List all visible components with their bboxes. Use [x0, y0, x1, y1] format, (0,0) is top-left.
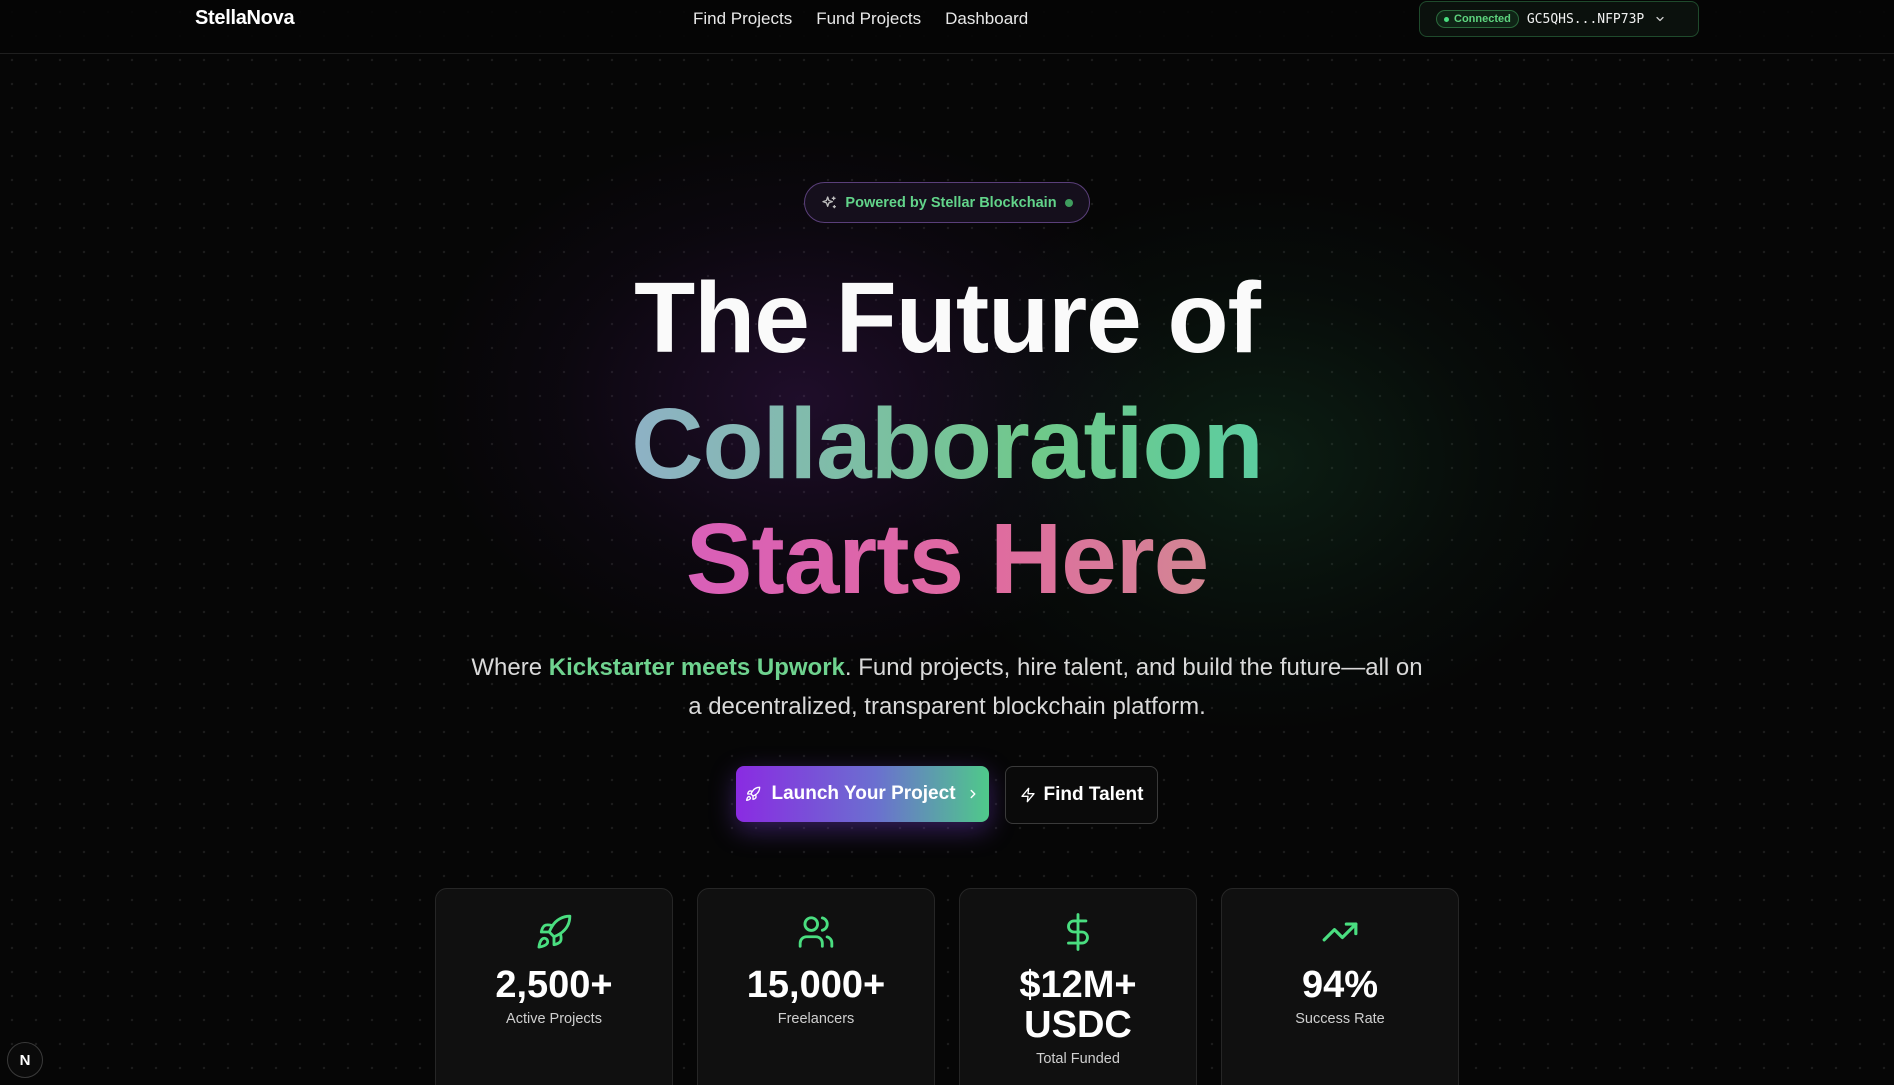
- rocket-icon: [537, 914, 572, 949]
- powered-by-text: Powered by Stellar Blockchain: [845, 194, 1057, 211]
- nav-links: Find Projects Fund Projects Dashboard: [693, 9, 1028, 29]
- top-navbar: StellaNova Find Projects Fund Projects D…: [0, 0, 1894, 54]
- stat-card-success-rate: 94% Success Rate: [1221, 888, 1459, 1085]
- stat-card-total-funded: $12M+ USDC Total Funded: [959, 888, 1197, 1085]
- hero-subtitle: Where Kickstarter meets Upwork. Fund pro…: [470, 648, 1424, 726]
- users-icon: [798, 916, 834, 948]
- stat-value: 94%: [1301, 964, 1379, 1006]
- headline-line-3: Starts Here: [0, 509, 1894, 609]
- wallet-address: GC5QHS...NFP73P: [1526, 11, 1645, 27]
- stat-value: $12M+ USDC: [1019, 964, 1137, 1046]
- stat-card-active-projects: 2,500+ Active Projects: [435, 888, 673, 1085]
- powered-by-badge: Powered by Stellar Blockchain: [804, 182, 1090, 223]
- wallet-button[interactable]: Connected GC5QHS...NFP73P: [1419, 1, 1699, 37]
- connected-badge: Connected: [1436, 10, 1519, 28]
- launch-project-label: Launch Your Project: [771, 783, 956, 804]
- rocket-icon: [746, 786, 761, 801]
- stat-value: 15,000+: [746, 964, 886, 1006]
- framework-badge-icon[interactable]: N: [7, 1042, 43, 1078]
- trending-up-icon: [1322, 922, 1358, 942]
- nav-dashboard[interactable]: Dashboard: [945, 9, 1028, 29]
- find-talent-label: Find Talent: [1043, 784, 1144, 805]
- headline-word-starts: Starts: [685, 503, 964, 615]
- chevron-right-icon: [970, 789, 976, 799]
- stat-value: 2,500+: [495, 964, 613, 1006]
- status-dot-icon: [1444, 16, 1449, 22]
- stat-label: Active Projects: [506, 1011, 602, 1027]
- subtitle-prefix: Where: [471, 654, 549, 681]
- stat-label: Freelancers: [777, 1011, 855, 1027]
- stat-card-freelancers: 15,000+ Freelancers: [697, 888, 935, 1085]
- stat-label: Success Rate: [1295, 1011, 1385, 1027]
- stat-label: Total Funded: [1036, 1051, 1120, 1067]
- headline-line-2: Collaboration: [0, 394, 1894, 494]
- zap-icon: [1020, 787, 1035, 803]
- chevron-down-icon: [1656, 16, 1664, 22]
- launch-project-button[interactable]: Launch Your Project: [736, 766, 989, 822]
- brand-logo[interactable]: StellaNova: [195, 7, 295, 30]
- connected-label: Connected: [1454, 13, 1511, 25]
- dollar-icon: [1067, 913, 1089, 951]
- headline-word-here: Here: [989, 503, 1209, 615]
- headline-line-1: The Future of: [634, 262, 1261, 374]
- sparkles-icon: [822, 195, 837, 208]
- subtitle-highlight: Kickstarter meets Upwork: [548, 654, 845, 681]
- nav-fund-projects[interactable]: Fund Projects: [816, 9, 921, 29]
- nav-find-projects[interactable]: Find Projects: [693, 9, 792, 29]
- status-dot-icon: [1064, 198, 1073, 207]
- find-talent-button[interactable]: Find Talent: [1005, 766, 1158, 824]
